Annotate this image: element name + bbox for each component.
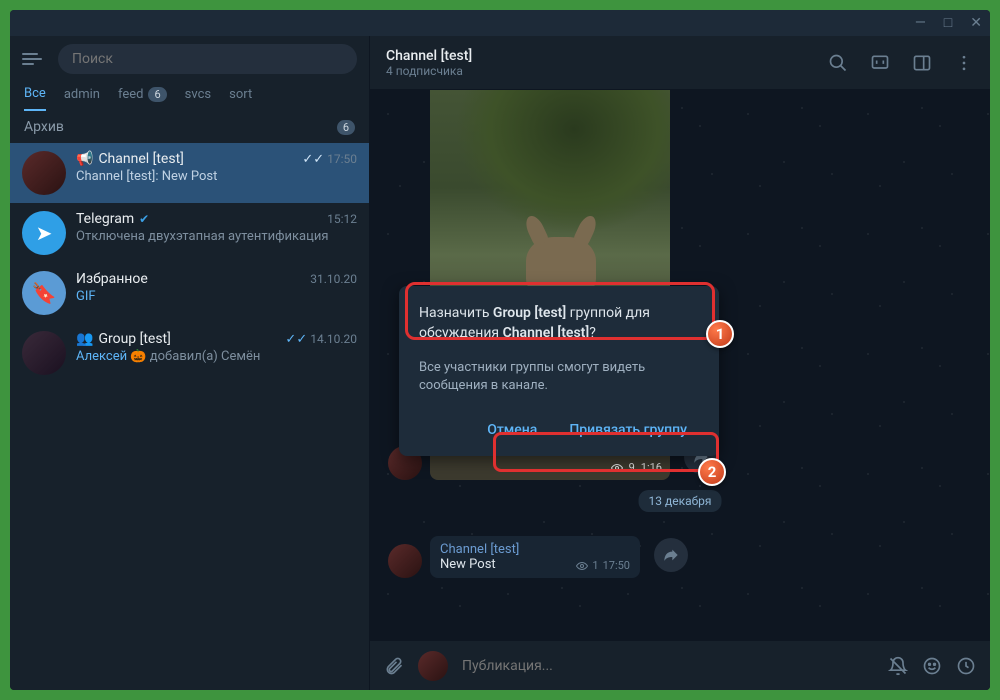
avatar xyxy=(22,151,66,195)
more-icon[interactable] xyxy=(954,53,974,73)
read-checks-icon: ✓✓ xyxy=(302,152,324,167)
emoji-icon[interactable] xyxy=(922,656,942,676)
avatar: 🔖 xyxy=(22,271,66,315)
folder-tabs: Все admin feed6 svcs sort xyxy=(10,82,369,111)
chat-preview: Channel [test]: New Post xyxy=(76,169,357,184)
chat-preview: GIF xyxy=(76,289,357,304)
chat-preview: Алексей 🎃 добавил(а) Семён xyxy=(76,349,357,364)
chat-item-saved[interactable]: 🔖 Избранное 31.10.20 GIF xyxy=(10,263,369,323)
group-icon: 👥 xyxy=(76,331,93,347)
hamburger-menu-icon[interactable] xyxy=(22,53,48,65)
maximize-button[interactable]: □ xyxy=(944,16,952,30)
chat-name: Telegram xyxy=(76,211,134,227)
video-meta: 9 1:16 xyxy=(611,461,662,474)
chat-item-group-test[interactable]: 👥 Group [test] ✓✓ 14.10.20 Алексей 🎃 доб… xyxy=(10,323,369,383)
composer-avatar[interactable] xyxy=(418,651,448,681)
composer-input[interactable] xyxy=(462,658,874,674)
archive-row[interactable]: Архив 6 xyxy=(10,111,369,143)
window-titlebar: — □ ✕ xyxy=(10,10,990,36)
tab-all[interactable]: Все xyxy=(24,86,46,111)
discussion-icon[interactable] xyxy=(870,53,890,73)
tab-sort[interactable]: sort xyxy=(229,86,252,111)
chat-name: Избранное xyxy=(76,271,148,287)
share-button[interactable] xyxy=(654,538,688,572)
avatar: ➤ xyxy=(22,211,66,255)
sidebar: Все admin feed6 svcs sort Архив 6 📢 Chan… xyxy=(10,36,370,690)
chat-name: Channel [test] xyxy=(98,151,183,167)
text-message[interactable]: Channel [test] New Post 1 17:50 xyxy=(430,536,640,578)
sidebar-toggle-icon[interactable] xyxy=(912,53,932,73)
annotation-number-2: 2 xyxy=(698,458,726,486)
minimize-button[interactable]: — xyxy=(915,16,926,30)
read-checks-icon: ✓✓ xyxy=(285,332,307,347)
chat-item-channel-test[interactable]: 📢 Channel [test] ✓✓ 17:50 Channel [test]… xyxy=(10,143,369,203)
views-icon xyxy=(576,560,588,572)
search-input[interactable] xyxy=(58,44,357,74)
link-group-button[interactable]: Привязать группу xyxy=(557,414,699,446)
chat-subtitle: 4 подписчика xyxy=(386,64,472,78)
link-group-dialog: Назначить Group [test] группой для обсуж… xyxy=(399,286,719,456)
message-composer xyxy=(370,640,990,690)
avatar xyxy=(22,331,66,375)
message-text: New Post xyxy=(440,557,496,572)
close-window-button[interactable]: ✕ xyxy=(970,16,982,30)
tab-feed[interactable]: feed6 xyxy=(118,86,167,111)
message-sender: Channel [test] xyxy=(440,542,630,557)
archive-badge: 6 xyxy=(337,120,355,135)
chat-list: 📢 Channel [test] ✓✓ 17:50 Channel [test]… xyxy=(10,143,369,690)
verified-badge-icon: ✔ xyxy=(139,212,149,226)
chat-name: Group [test] xyxy=(98,331,170,347)
chat-title: Channel [test] xyxy=(386,48,472,64)
channel-icon: 📢 xyxy=(76,151,93,167)
annotation-number-1: 1 xyxy=(706,320,734,348)
search-icon[interactable] xyxy=(828,53,848,73)
tab-admin[interactable]: admin xyxy=(64,86,100,111)
share-arrow-icon xyxy=(663,547,679,563)
chat-header[interactable]: Channel [test] 4 подписчика xyxy=(370,36,990,90)
message-avatar[interactable] xyxy=(388,544,422,578)
attach-icon[interactable] xyxy=(384,656,404,676)
message-meta: 1 17:50 xyxy=(576,559,630,572)
schedule-icon[interactable] xyxy=(956,656,976,676)
dialog-question: Назначить Group [test] группой для обсуж… xyxy=(419,304,699,343)
views-icon xyxy=(611,462,623,474)
chat-item-telegram[interactable]: ➤ Telegram ✔ 15:12 Отключена двухэтапная… xyxy=(10,203,369,263)
dialog-info: Все участники группы смогут видеть сообщ… xyxy=(419,359,699,395)
silent-icon[interactable] xyxy=(888,656,908,676)
archive-label: Архив xyxy=(24,119,64,135)
pumpkin-icon: 🎃 xyxy=(130,349,146,364)
date-separator: 13 декабря xyxy=(639,490,722,512)
chat-preview: Отключена двухэтапная аутентификация xyxy=(76,229,357,244)
cancel-button[interactable]: Отмена xyxy=(475,414,549,446)
tab-svcs[interactable]: svcs xyxy=(185,86,211,111)
